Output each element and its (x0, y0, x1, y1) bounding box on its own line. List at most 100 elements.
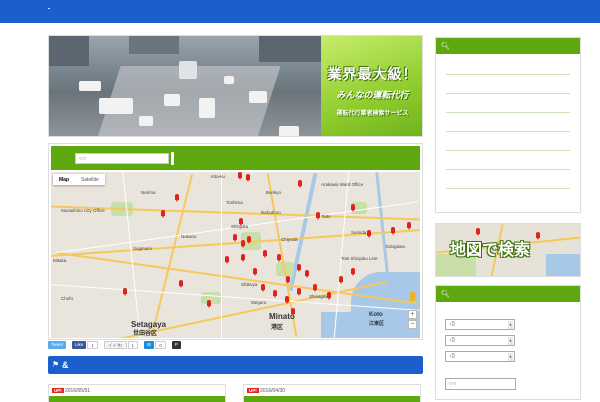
map-label: Toshima (226, 200, 243, 205)
map-pin[interactable] (367, 230, 371, 238)
map-pin[interactable] (247, 236, 251, 244)
hatena-bookmark-button[interactable]: B! (144, 341, 155, 349)
pocket-button[interactable]: P (171, 341, 181, 349)
facebook-like-count: 1 (87, 341, 98, 349)
hatena-count: 0 (155, 341, 166, 349)
map-label-large: 江東区 (369, 321, 385, 327)
map-pin[interactable] (253, 268, 257, 276)
prefecture-select[interactable]: ↓() ▾ (445, 319, 515, 330)
hero-text-panel: 業界最大級！ みんなの運転代行 運転代行業者検索サービス (321, 36, 422, 136)
map-pin[interactable] (351, 268, 355, 276)
zoom-out-button[interactable]: − (408, 320, 417, 329)
map-pin[interactable] (297, 288, 301, 296)
map-search-banner[interactable]: 地図で検索 (435, 223, 581, 277)
map-pin[interactable] (286, 276, 290, 284)
map-label: Taito (321, 214, 331, 219)
map-pin[interactable] (305, 270, 309, 278)
map-search-button[interactable] (171, 152, 174, 165)
map-pin[interactable] (407, 222, 411, 230)
update-badge: UP! (247, 388, 259, 393)
area-select[interactable]: ↓() ▾ (445, 351, 515, 362)
map-pin[interactable] (339, 276, 343, 284)
map-label: Arakawa Ward Office (321, 182, 364, 187)
facebook-like-button[interactable]: Like (72, 341, 87, 349)
map-pin[interactable] (297, 264, 301, 272)
map-pin[interactable] (179, 280, 183, 288)
hero-subline: みんなの運転代行 (336, 90, 409, 100)
map-pin[interactable] (327, 292, 331, 300)
map-label-large: Koto (369, 312, 383, 318)
map-label: Toei Shinjuku Line (341, 256, 378, 261)
article-title-bar[interactable] (244, 396, 420, 402)
map-pin[interactable] (241, 240, 245, 248)
google-map[interactable]: Kita-ku Shinjuku Nerima Toshima Ikebukur… (51, 172, 420, 338)
article-date: 2016/04/30 (260, 388, 286, 394)
map-label: Meguro (251, 300, 267, 305)
map-label: Kita-ku (211, 174, 226, 179)
site-header (0, 0, 600, 23)
map-pin[interactable] (246, 174, 250, 182)
bookmark-icon: ⚑ (52, 360, 60, 369)
update-badge: UP! (52, 388, 64, 393)
map-pin[interactable] (175, 194, 179, 202)
map-label-large: 港区 (271, 325, 284, 331)
iine-button[interactable]: イイネ! (103, 341, 127, 349)
map-pin[interactable] (391, 227, 395, 235)
map-label: Sumida (351, 230, 367, 235)
map-label: Musashino City Office (61, 208, 105, 213)
map-pin[interactable] (277, 254, 281, 262)
map-label: Chofu (61, 296, 74, 301)
map-pin[interactable] (261, 284, 265, 292)
map-pin[interactable] (233, 234, 237, 242)
street-view-pegman-icon[interactable] (410, 292, 415, 301)
section-header: ⚑ & (48, 356, 423, 374)
article-title-bar[interactable] (49, 396, 225, 402)
map-pin[interactable] (241, 254, 245, 262)
map-pin[interactable] (273, 290, 277, 298)
map-label: Mitaka (53, 258, 67, 263)
hero-banner[interactable]: 業界最大級！ みんなの運転代行 運転代行業者検索サービス (48, 35, 423, 137)
map-pin[interactable] (161, 210, 165, 218)
keyword-search-input[interactable] (445, 378, 516, 390)
map-pin[interactable] (291, 308, 295, 316)
map-pin[interactable] (123, 288, 127, 296)
map-search-banner-text: 地図で検索 (450, 240, 531, 259)
search-icon: 🔍︎ (441, 291, 450, 298)
article-card[interactable]: UP! 2016/04/30 (243, 384, 421, 402)
share-buttons: Tweet Like 1 イイネ! 1 B! 0 P (48, 341, 181, 350)
city-select[interactable]: ↓() ▾ (445, 335, 515, 346)
map-pin[interactable] (298, 180, 302, 188)
map-pin[interactable] (351, 204, 355, 212)
map-label-large: 世田谷区 (133, 331, 158, 337)
map-pin[interactable] (263, 250, 267, 258)
map-pin[interactable] (239, 218, 243, 226)
tweet-button[interactable]: Tweet (48, 341, 67, 349)
map-search-panel: Kita-ku Shinjuku Nerima Toshima Ikebukur… (48, 143, 423, 340)
hero-tagline: 運転代行業者検索サービス (336, 111, 409, 117)
map-pin[interactable] (207, 300, 211, 308)
iine-count: 1 (127, 341, 139, 349)
map-label: Bunkyo (266, 190, 282, 195)
article-card[interactable]: UP! 2016/05/01 (48, 384, 226, 402)
section-title: & (62, 360, 69, 370)
sidebar-widget-header: 🔍︎ (436, 38, 580, 54)
map-pin[interactable] (225, 256, 229, 264)
map-pin[interactable] (285, 296, 289, 304)
map-type-satellite[interactable]: Satellite (75, 174, 105, 185)
map-type-map[interactable]: Map (53, 174, 75, 185)
traffic-photo (49, 36, 321, 136)
map-search-input[interactable] (75, 153, 169, 164)
sidebar-search-widget: 🔍︎ (435, 37, 581, 213)
header-logo-dot[interactable] (48, 8, 50, 9)
map-type-toggle: Map Satellite (53, 174, 105, 185)
map-pin[interactable] (316, 212, 320, 220)
hero-headline: 業界最大級！ (327, 67, 418, 83)
zoom-in-button[interactable]: + (408, 310, 417, 319)
article-date: 2016/05/01 (65, 388, 91, 394)
map-pin[interactable] (238, 172, 242, 180)
map-label: Ikebukuro (261, 210, 281, 215)
map-pin[interactable] (313, 284, 317, 292)
map-search-bar (51, 146, 420, 170)
search-icon: 🔍︎ (441, 43, 450, 50)
map-label: Shibuya (241, 282, 258, 287)
